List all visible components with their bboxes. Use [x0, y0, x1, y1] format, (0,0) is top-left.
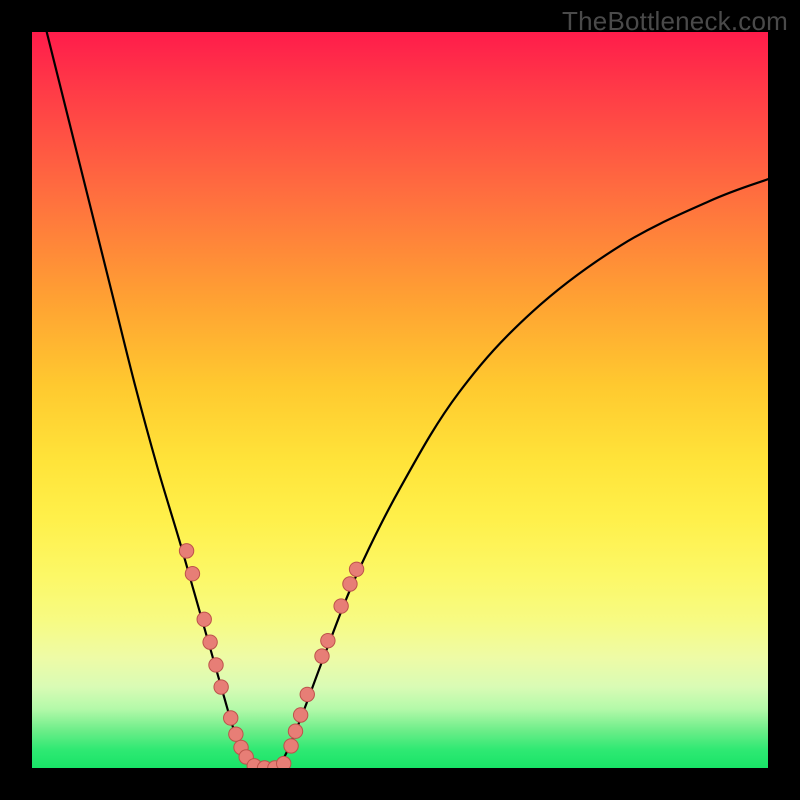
data-bead [288, 724, 302, 738]
chart-svg [32, 32, 768, 768]
data-bead [315, 649, 329, 663]
data-bead [349, 562, 363, 576]
curve-right [279, 179, 768, 768]
data-bead [300, 687, 314, 701]
data-bead [224, 711, 238, 725]
data-bead [209, 658, 223, 672]
data-bead [185, 567, 199, 581]
data-bead [343, 577, 357, 591]
data-bead [179, 544, 193, 558]
data-bead [277, 756, 291, 768]
data-bead [334, 599, 348, 613]
data-bead [203, 635, 217, 649]
curve-left [47, 32, 257, 768]
data-bead [197, 612, 211, 626]
plot-area [32, 32, 768, 768]
data-bead [229, 727, 243, 741]
bead-group [179, 544, 363, 768]
stage: TheBottleneck.com [0, 0, 800, 800]
watermark-text: TheBottleneck.com [562, 6, 788, 37]
data-bead [293, 708, 307, 722]
data-bead [321, 633, 335, 647]
data-bead [214, 680, 228, 694]
data-bead [284, 739, 298, 753]
